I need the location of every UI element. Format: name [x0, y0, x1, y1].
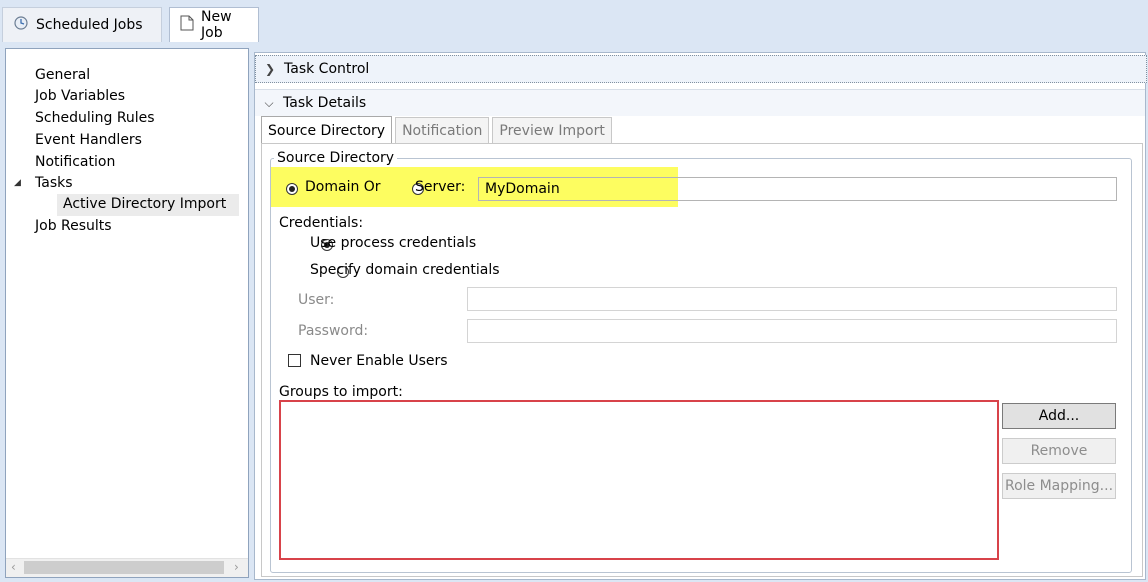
- nav-item-tasks[interactable]: Tasks: [35, 174, 73, 192]
- expand-triangle-icon[interactable]: ◢: [14, 174, 21, 192]
- task-tabs: Source Directory Notification Preview Im…: [261, 116, 615, 144]
- never-enable-users-label: Never Enable Users: [310, 353, 448, 369]
- nav-item-job-results[interactable]: Job Results: [35, 217, 112, 235]
- remove-button[interactable]: Remove: [1002, 438, 1116, 464]
- password-label: Password:: [298, 323, 369, 339]
- tab-new-job[interactable]: New Job: [169, 7, 259, 42]
- server-label: Server:: [415, 179, 466, 195]
- tab-notification[interactable]: Notification: [395, 117, 490, 143]
- scrollbar-thumb[interactable]: [24, 561, 224, 574]
- chevron-right-icon: ❯: [264, 62, 276, 76]
- password-input[interactable]: [467, 319, 1117, 343]
- job-navigation-tree: General Job Variables Scheduling Rules E…: [5, 48, 249, 578]
- tab-preview-import[interactable]: Preview Import: [492, 117, 612, 143]
- task-control-header[interactable]: ❯ Task Control: [255, 55, 1147, 83]
- task-details-header[interactable]: ⌵ Task Details: [255, 89, 1145, 116]
- process-credentials-label: Use process credentials: [310, 235, 477, 251]
- groups-list[interactable]: [279, 400, 999, 560]
- domain-label: Domain Or: [305, 179, 381, 195]
- never-enable-users-checkbox[interactable]: [288, 354, 301, 367]
- server-input[interactable]: MyDomain: [478, 177, 1117, 201]
- nav-item-job-variables[interactable]: Job Variables: [35, 87, 125, 105]
- nav-item-general[interactable]: General: [35, 66, 90, 84]
- section-title: Task Details: [283, 95, 367, 111]
- domain-radio[interactable]: [286, 183, 298, 195]
- new-document-icon: [180, 15, 194, 35]
- nav-item-active-directory-import[interactable]: Active Directory Import: [57, 194, 239, 216]
- tab-scheduled-jobs[interactable]: Scheduled Jobs: [2, 7, 162, 42]
- scroll-left-icon[interactable]: ‹: [11, 560, 16, 574]
- nav-item-event-handlers[interactable]: Event Handlers: [35, 131, 142, 149]
- role-mapping-button[interactable]: Role Mapping...: [1002, 473, 1116, 499]
- section-title: Task Control: [284, 61, 370, 77]
- nav-item-notification[interactable]: Notification: [35, 153, 115, 171]
- tab-label: Scheduled Jobs: [36, 17, 143, 33]
- groups-to-import-label: Groups to import:: [279, 384, 403, 400]
- domain-credentials-label: Specify domain credentials: [310, 262, 500, 278]
- credentials-label: Credentials:: [279, 215, 364, 231]
- tab-label: New Job: [201, 9, 232, 41]
- chevron-down-icon: ⌵: [264, 95, 274, 110]
- tab-source-directory[interactable]: Source Directory: [261, 116, 393, 144]
- scroll-right-icon[interactable]: ›: [234, 560, 239, 574]
- user-label: User:: [298, 292, 335, 308]
- nav-item-scheduling-rules[interactable]: Scheduling Rules: [35, 109, 155, 127]
- scheduled-jobs-icon: [13, 15, 29, 35]
- user-input[interactable]: [467, 287, 1117, 311]
- source-directory-legend: Source Directory: [274, 150, 398, 167]
- document-tab-strip: Scheduled Jobs New Job: [0, 0, 1148, 46]
- horizontal-scrollbar[interactable]: ‹ ›: [6, 558, 248, 577]
- add-button[interactable]: Add...: [1002, 403, 1116, 429]
